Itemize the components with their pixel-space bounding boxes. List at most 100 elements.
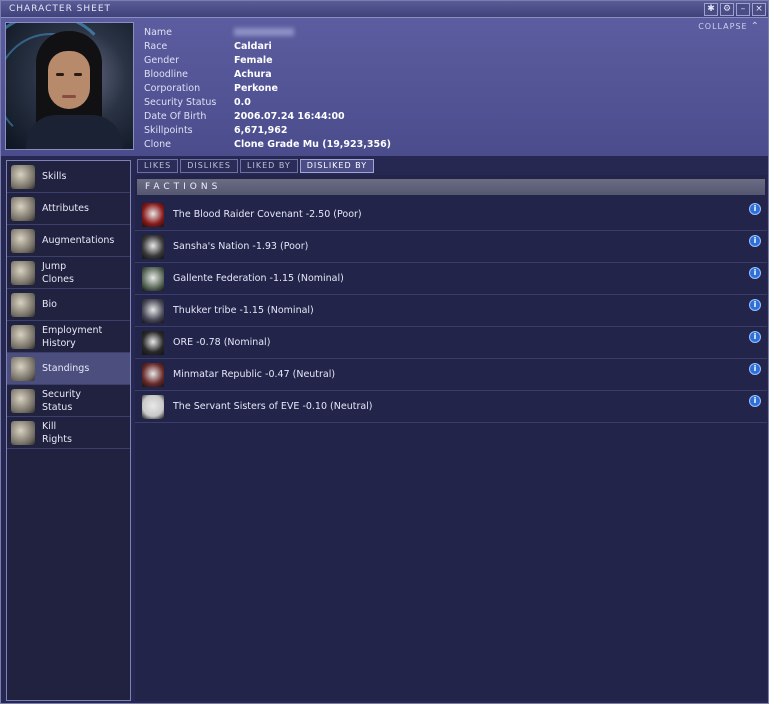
standings-icon	[11, 356, 35, 381]
info-value: Perkone	[234, 82, 278, 94]
title-bar[interactable]: CHARACTER SHEET ✱ ⚙ – ×	[1, 1, 768, 18]
info-icon[interactable]: i	[749, 203, 761, 215]
info-label: Security Status	[144, 96, 217, 108]
info-icon[interactable]: i	[749, 299, 761, 311]
tab-likes[interactable]: LIKES	[137, 159, 179, 173]
portrait-mouth	[62, 95, 76, 98]
info-icon[interactable]: i	[749, 331, 761, 343]
jump-clones-icon	[11, 260, 35, 285]
info-label: Race	[144, 40, 168, 52]
ore-logo-icon	[142, 330, 164, 355]
collapse-label: COLLAPSE	[698, 22, 748, 31]
tab-disliked-by[interactable]: DISLIKED BY	[299, 159, 375, 173]
info-row: Bloodline Achura	[144, 67, 391, 81]
info-value	[234, 28, 294, 36]
factions-section-header[interactable]: FACTIONS	[137, 179, 765, 195]
skills-icon	[11, 164, 35, 189]
options-gear-icon[interactable]: ⚙	[720, 3, 734, 16]
info-row: Skillpoints 6,671,962	[144, 123, 391, 137]
security-status-icon	[11, 388, 35, 413]
faction-row[interactable]: ORE -0.78 (Nominal) i	[135, 327, 767, 359]
sidebar-item-employment-history[interactable]: Employment History	[7, 321, 130, 353]
minimize-icon[interactable]: –	[736, 3, 750, 16]
faction-standing-text: Thukker tribe -1.15 (Nominal)	[173, 305, 314, 316]
kill-rights-icon	[11, 420, 35, 445]
sidebar-item-label: Kill Rights	[42, 420, 72, 445]
window-controls: ✱ ⚙ – ×	[704, 3, 766, 16]
info-row: Clone Clone Grade Mu (19,923,356)	[144, 137, 391, 151]
collapse-button[interactable]: COLLAPSE ⌃	[698, 21, 760, 32]
sidebar-item-standings[interactable]: Standings	[7, 353, 130, 385]
portrait-body	[26, 115, 122, 149]
info-label: Corporation	[144, 82, 201, 94]
faction-row[interactable]: Thukker tribe -1.15 (Nominal) i	[135, 295, 767, 327]
standings-tabs: LIKES DISLIKES LIKED BY DISLIKED BY	[137, 159, 376, 173]
faction-row[interactable]: Sansha's Nation -1.93 (Poor) i	[135, 231, 767, 263]
character-header: Name Race Caldari Gender Female Bloodline Achu…	[1, 18, 768, 156]
info-label: Clone	[144, 138, 171, 150]
standings-panel: FACTIONS The Blood Raider Covenant -2.50…	[135, 175, 767, 701]
faction-standing-text: ORE -0.78 (Nominal)	[173, 337, 271, 348]
faction-row[interactable]: The Blood Raider Covenant -2.50 (Poor) i	[135, 199, 767, 231]
window-title: CHARACTER SHEET	[9, 4, 112, 14]
info-value: Female	[234, 54, 273, 66]
augmentations-icon	[11, 228, 35, 253]
info-row: Security Status 0.0	[144, 95, 391, 109]
info-label: Gender	[144, 54, 180, 66]
info-icon[interactable]: i	[749, 395, 761, 407]
faction-standing-text: The Blood Raider Covenant -2.50 (Poor)	[173, 209, 362, 220]
employment-history-icon	[11, 324, 35, 349]
sidebar-item-augmentations[interactable]: Augmentations	[7, 225, 130, 257]
minmatar-logo-icon	[142, 362, 164, 387]
sidebar-item-label: Bio	[42, 299, 57, 310]
info-row: Date Of Birth 2006.07.24 16:44:00	[144, 109, 391, 123]
faction-row[interactable]: Minmatar Republic -0.47 (Neutral) i	[135, 359, 767, 391]
sansha-logo-icon	[142, 234, 164, 259]
thukker-logo-icon	[142, 298, 164, 323]
sidebar-item-bio[interactable]: Bio	[7, 289, 130, 321]
info-value: 0.0	[234, 96, 251, 108]
blood-raider-logo-icon	[142, 202, 164, 227]
sidebar-item-skills[interactable]: Skills	[7, 161, 130, 193]
portrait-face	[48, 51, 90, 109]
character-portrait[interactable]	[5, 22, 134, 150]
faction-row[interactable]: The Servant Sisters of EVE -0.10 (Neutra…	[135, 391, 767, 423]
sidebar-item-kill-rights[interactable]: Kill Rights	[7, 417, 130, 449]
close-icon[interactable]: ×	[752, 3, 766, 16]
info-label: Bloodline	[144, 68, 188, 80]
tab-dislikes[interactable]: DISLIKES	[180, 159, 238, 173]
info-icon[interactable]: i	[749, 267, 761, 279]
sidebar-item-label: Employment History	[42, 324, 103, 349]
info-value: 6,671,962	[234, 124, 288, 136]
character-sheet-window: CHARACTER SHEET ✱ ⚙ – × Name Race Caldari G…	[0, 0, 769, 704]
servant-sisters-logo-icon	[142, 394, 164, 419]
info-icon[interactable]: i	[749, 363, 761, 375]
info-value: 2006.07.24 16:44:00	[234, 110, 345, 122]
info-value: Achura	[234, 68, 272, 80]
gallente-logo-icon	[142, 266, 164, 291]
sidebar-item-label: Attributes	[42, 203, 89, 214]
pin-icon[interactable]: ✱	[704, 3, 718, 16]
faction-row[interactable]: Gallente Federation -1.15 (Nominal) i	[135, 263, 767, 295]
info-icon[interactable]: i	[749, 235, 761, 247]
sidebar-item-label: Augmentations	[42, 235, 115, 246]
info-row: Gender Female	[144, 53, 391, 67]
sidebar-item-jump-clones[interactable]: Jump Clones	[7, 257, 130, 289]
sidebar-item-attributes[interactable]: Attributes	[7, 193, 130, 225]
tab-liked-by[interactable]: LIKED BY	[240, 159, 298, 173]
sidebar-nav: Skills Attributes Augmentations Jump Clones…	[6, 160, 131, 701]
sidebar-item-label: Security Status	[42, 388, 82, 413]
info-row: Race Caldari	[144, 39, 391, 53]
info-label: Date Of Birth	[144, 110, 207, 122]
faction-standing-text: Sansha's Nation -1.93 (Poor)	[173, 241, 309, 252]
info-value: Caldari	[234, 40, 272, 52]
info-label: Skillpoints	[144, 124, 193, 136]
character-info-table: Name Race Caldari Gender Female Bloodline Achu…	[144, 25, 391, 151]
faction-standing-text: The Servant Sisters of EVE -0.10 (Neutra…	[173, 401, 373, 412]
portrait-eye-right	[74, 73, 82, 76]
info-row: Corporation Perkone	[144, 81, 391, 95]
sidebar-item-security-status[interactable]: Security Status	[7, 385, 130, 417]
info-row: Name	[144, 25, 391, 39]
chevron-up-icon: ⌃	[750, 21, 760, 32]
sidebar-item-label: Jump Clones	[42, 260, 74, 285]
